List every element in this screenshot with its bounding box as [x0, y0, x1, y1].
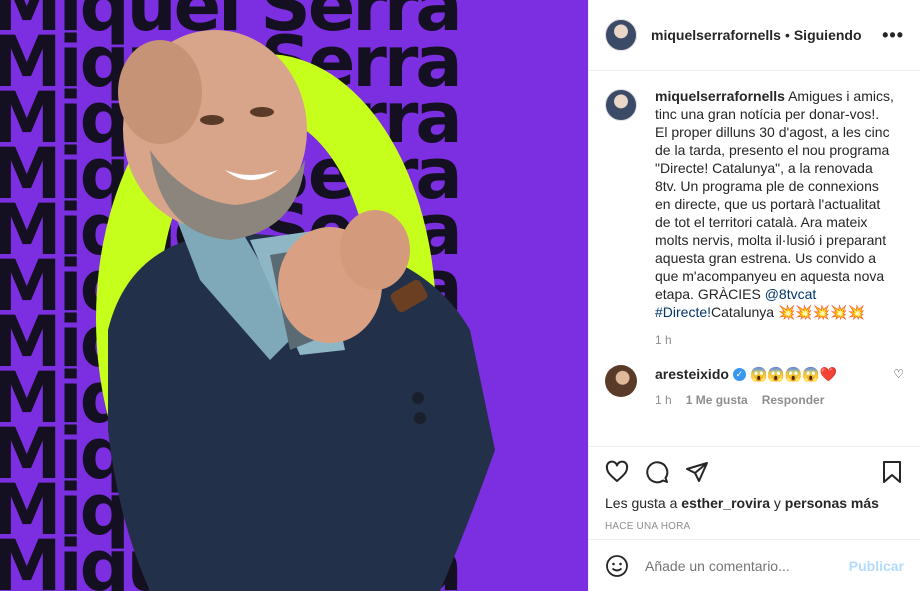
action-icons-row [605, 455, 904, 489]
likes-conjunction: y [773, 495, 781, 511]
following-button[interactable]: Siguiendo [794, 27, 862, 43]
publish-button[interactable]: Publicar [849, 558, 904, 574]
commenter-avatar[interactable] [605, 365, 637, 397]
caption-body-end: Catalunya [711, 304, 778, 320]
comment-like-heart-icon[interactable]: ♡ [893, 365, 904, 383]
post-header: miquelserrafornells • Siguiendo ••• [589, 0, 920, 71]
comment-meta: 1 h 1 Me gusta Responder [655, 393, 904, 407]
like-heart-icon[interactable] [605, 460, 629, 484]
caption-time[interactable]: 1 h [655, 333, 904, 347]
post-image[interactable]: Miquel Serra Miquel Serra Miquel Serra Miqu… [0, 0, 588, 591]
caption-emojis: 💥💥💥💥💥 [777, 304, 866, 320]
person-illustration [108, 30, 495, 591]
share-paper-plane-icon[interactable] [685, 460, 709, 484]
add-comment-bar: Publicar [589, 539, 920, 591]
caption-mention-link[interactable]: @8tvcat [765, 286, 817, 302]
post-side-panel: miquelserrafornells • Siguiendo ••• miqu… [588, 0, 920, 591]
author-username[interactable]: miquelserrafornells [651, 27, 781, 43]
comment-input[interactable] [645, 557, 849, 574]
comments-section: miquelserrafornells Amigues i amics, tin… [589, 71, 920, 446]
save-bookmark-icon[interactable] [880, 460, 904, 484]
liker-username[interactable]: esther_rovira [681, 495, 770, 511]
caption-username[interactable]: miquelserrafornells [655, 88, 785, 104]
comment-time[interactable]: 1 h [655, 393, 672, 407]
likes-prefix: Les gusta a [605, 495, 678, 511]
comment-line: aresteixido ✓ 😱😱😱😱❤️ ♡ [655, 365, 904, 383]
commenter-username[interactable]: aresteixido [655, 365, 729, 383]
reply-button[interactable]: Responder [762, 393, 825, 407]
comment-bubble-icon[interactable] [645, 460, 669, 484]
other-likers-link[interactable]: personas más [785, 495, 879, 511]
comment-text: 😱😱😱😱❤️ [749, 366, 838, 382]
emoji-smiley-icon[interactable] [605, 554, 629, 578]
header-separator: • [784, 27, 790, 43]
verified-badge-icon: ✓ [732, 367, 746, 381]
post-timestamp[interactable]: HACE UNA HORA [605, 521, 904, 532]
author-avatar[interactable] [605, 19, 637, 51]
caption-text: miquelserrafornells Amigues i amics, tin… [655, 87, 895, 321]
caption-author-avatar[interactable] [605, 89, 637, 121]
comment-item: aresteixido ✓ 😱😱😱😱❤️ ♡ 1 h 1 Me gusta Re… [605, 365, 904, 407]
comment-likes-count[interactable]: 1 Me gusta [686, 393, 748, 407]
post-viewer: Miquel Serra Miquel Serra Miquel Serra Miqu… [0, 0, 920, 591]
caption-body: Amigues i amics, tinc una gran notícia p… [655, 88, 894, 302]
post-caption: miquelserrafornells Amigues i amics, tin… [605, 87, 904, 321]
caption-hashtag-link[interactable]: #Directe! [655, 304, 711, 320]
comment-body: aresteixido ✓ 😱😱😱😱❤️ ♡ 1 h 1 Me gusta Re… [655, 365, 904, 407]
ellipsis-icon[interactable]: ••• [882, 25, 904, 46]
likes-summary: Les gusta a esther_rovira y personas más [605, 495, 904, 511]
post-actions: Les gusta a esther_rovira y personas más… [589, 446, 920, 539]
